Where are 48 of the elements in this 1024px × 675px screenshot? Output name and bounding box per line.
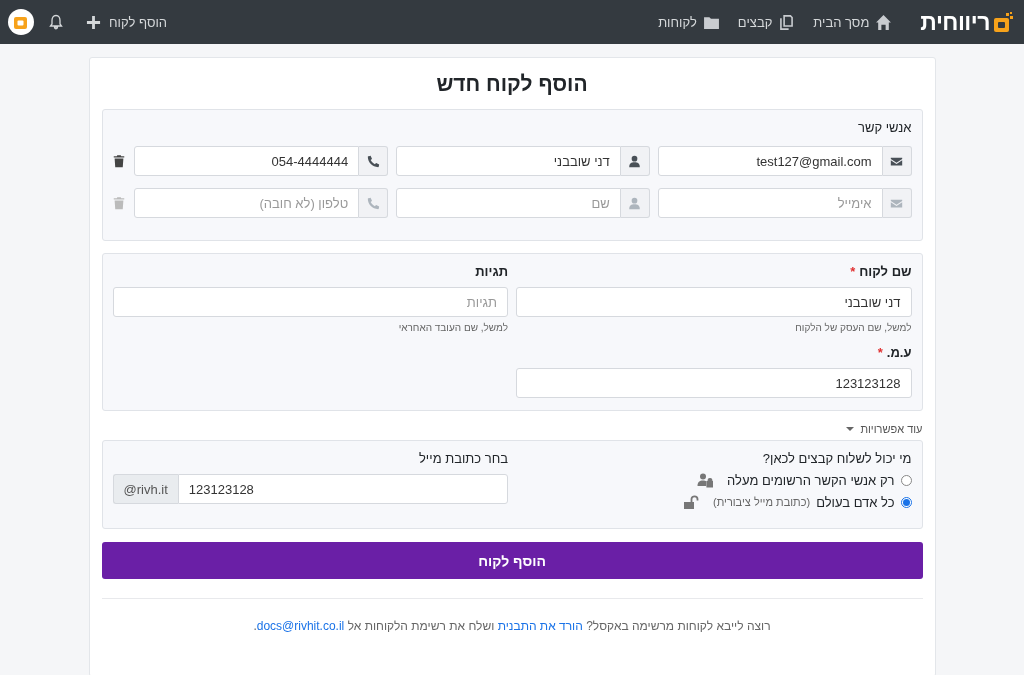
logo-text[interactable]: ריווחית bbox=[920, 8, 990, 36]
phone-field[interactable]: 054-4444444 bbox=[134, 146, 360, 176]
files-icon bbox=[778, 13, 796, 31]
field-hint: למשל, שם העסק של הלקוח bbox=[794, 322, 912, 333]
customer-name-field[interactable]: דני שובבני bbox=[516, 287, 912, 317]
radio-button[interactable] bbox=[900, 474, 912, 486]
user-icon bbox=[628, 154, 642, 168]
unlock-icon bbox=[683, 494, 699, 510]
option-note: (כתובת מייל ציבורית) bbox=[713, 496, 811, 508]
download-template-link[interactable]: הורד את התבנית bbox=[497, 619, 583, 633]
email-field[interactable]: test127@gmail.com bbox=[657, 146, 883, 176]
sharing-question: מי יכול לשלוח קבצים לכאן? bbox=[761, 451, 912, 466]
notifications-icon[interactable] bbox=[48, 14, 64, 30]
radio-button[interactable] bbox=[900, 496, 912, 508]
field-hint: למשל, שם העובד האחראי bbox=[397, 322, 508, 333]
business-id-field[interactable]: 123123128 bbox=[516, 368, 912, 398]
email-address-field[interactable]: 123123128 bbox=[177, 474, 508, 504]
phone-icon bbox=[366, 154, 380, 168]
contacts-label: אנשי קשר bbox=[856, 120, 912, 135]
field-label: שם לקוח bbox=[859, 264, 912, 279]
more-options-toggle[interactable]: עוד אפשרויות bbox=[846, 411, 923, 440]
tags-field[interactable]: תגיות bbox=[112, 287, 508, 317]
users-lock-icon bbox=[697, 472, 714, 488]
field-label: תגיות bbox=[475, 264, 508, 279]
nav-link[interactable]: לקוחות bbox=[658, 13, 720, 31]
nav-link[interactable]: קבצים bbox=[737, 13, 796, 31]
email-domain-addon: @rivh.it bbox=[112, 474, 178, 504]
logo-icon[interactable] bbox=[992, 11, 1014, 33]
field-label: בחר כתובת מייל bbox=[419, 451, 508, 466]
phone-icon bbox=[366, 196, 380, 210]
home-icon bbox=[875, 13, 893, 31]
delete-icon[interactable] bbox=[112, 154, 127, 168]
add-customer-button[interactable]: הוסף לקוח bbox=[86, 14, 168, 30]
plus-icon bbox=[86, 14, 101, 30]
field-label: ע.מ. bbox=[886, 345, 912, 360]
name-field[interactable]: דני שובבני bbox=[396, 146, 621, 176]
page-title: הוסף לקוח חדש bbox=[435, 71, 589, 97]
phone-field[interactable]: טלפון (לא חובה) bbox=[134, 188, 360, 218]
name-field[interactable]: שם bbox=[396, 188, 621, 218]
nav-link[interactable]: מסך הבית bbox=[813, 13, 893, 31]
option-label: רק אנשי הקשר הרשומים מעלה bbox=[727, 472, 895, 488]
required-mark: * bbox=[877, 345, 883, 360]
add-customer-submit-button[interactable]: הוסף לקוח bbox=[101, 542, 923, 579]
option-label: כל אדם בעולם bbox=[816, 494, 895, 510]
email-field[interactable]: אימייל bbox=[657, 188, 883, 218]
user-icon bbox=[628, 196, 642, 210]
user-avatar[interactable] bbox=[8, 9, 34, 35]
required-mark: * bbox=[850, 264, 856, 279]
